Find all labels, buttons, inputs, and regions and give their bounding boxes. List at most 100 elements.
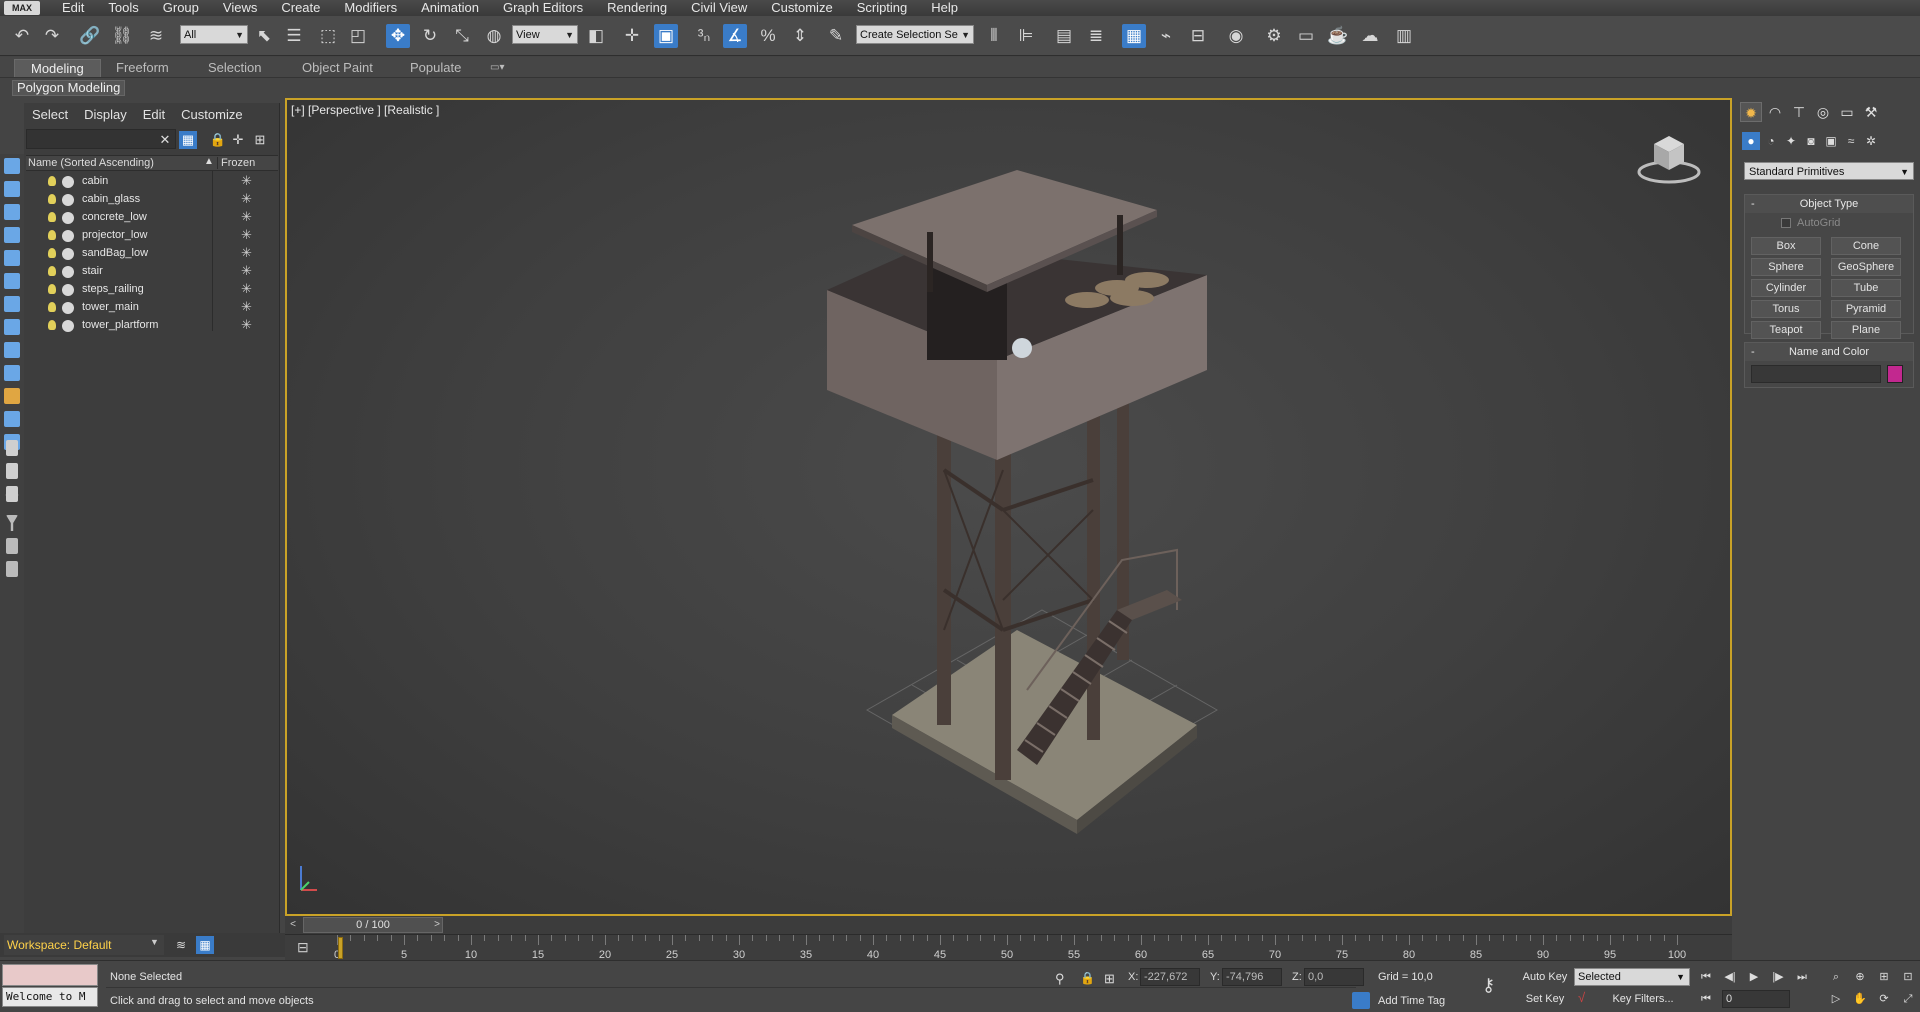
list-item[interactable]: concrete_low ✳ [26, 209, 278, 227]
absolute-mode-icon[interactable]: ⊞ [1104, 971, 1115, 987]
time-slider-thumb[interactable]: 0 / 100 [303, 917, 443, 933]
light-bulb-icon[interactable] [48, 266, 56, 276]
display-cameras-icon[interactable] [4, 227, 20, 243]
create-tab-icon[interactable]: ✹ [1740, 102, 1762, 122]
select-and-place-icon[interactable]: ◍ [482, 24, 506, 48]
set-key-button[interactable]: Set Key [1520, 990, 1570, 1008]
add-time-tag-button[interactable]: Add Time Tag [1378, 995, 1445, 1007]
filter-icon[interactable] [6, 515, 18, 531]
display-lights-icon[interactable] [4, 204, 20, 220]
systems-category-icon[interactable]: ✲ [1862, 132, 1880, 150]
hierarchy-icon[interactable]: ⊞ [251, 131, 269, 149]
hierarchy-tab-icon[interactable]: ⊤ [1788, 102, 1810, 122]
box-button[interactable]: Box [1751, 237, 1821, 255]
light-bulb-icon[interactable] [48, 212, 56, 222]
time-tag-icon[interactable] [1352, 992, 1370, 1009]
render-visibility-icon[interactable] [62, 212, 74, 224]
go-to-start-icon[interactable]: ⏮ [1696, 968, 1716, 986]
select-and-rotate-icon[interactable]: ↻ [418, 24, 442, 48]
zoom-icon[interactable]: ⌕ [1826, 968, 1846, 986]
scene-explorer-toggle-icon[interactable]: ▦ [1122, 24, 1146, 48]
a360-gallery-icon[interactable]: ▥ [1392, 24, 1416, 48]
bind-space-warp-icon[interactable]: ≋ [144, 24, 168, 48]
display-none-icon[interactable] [6, 440, 18, 456]
light-bulb-icon[interactable] [48, 230, 56, 240]
render-visibility-icon[interactable] [62, 176, 74, 188]
object-type-header[interactable]: - Object Type [1745, 195, 1913, 213]
undo-icon[interactable]: ↶ [10, 24, 34, 48]
redo-icon[interactable]: ↷ [40, 24, 64, 48]
motion-tab-icon[interactable]: ◎ [1812, 102, 1834, 122]
cone-button[interactable]: Cone [1831, 237, 1901, 255]
teapot-button[interactable]: Teapot [1751, 321, 1821, 339]
zoom-extents-all-icon[interactable]: ⊡ [1898, 968, 1918, 986]
play-icon[interactable]: ▶ [1744, 968, 1764, 986]
menu-edit[interactable]: Edit [50, 0, 96, 16]
frozen-toggle-icon[interactable]: ✳ [241, 191, 252, 207]
display-xrefs-icon[interactable] [4, 319, 20, 335]
space-warps-category-icon[interactable]: ≈ [1842, 132, 1860, 150]
light-bulb-icon[interactable] [48, 302, 56, 312]
select-object-icon[interactable]: ⬉ [252, 24, 276, 48]
menu-graph-editors[interactable]: Graph Editors [491, 0, 595, 16]
sphere-button[interactable]: Sphere [1751, 258, 1821, 276]
display-space-warps-icon[interactable] [4, 273, 20, 289]
helpers-category-icon[interactable]: ▣ [1822, 132, 1840, 150]
angle-snap-icon[interactable]: ∡ [723, 24, 747, 48]
spinner-snap-icon[interactable]: ⇕ [788, 24, 812, 48]
list-item[interactable]: steps_railing ✳ [26, 281, 278, 299]
next-key-icon[interactable]: |▶ [1768, 968, 1788, 986]
mini-curve-editor-icon[interactable]: ⊟ [297, 939, 309, 956]
watchtower-model[interactable] [787, 170, 1347, 890]
render-visibility-icon[interactable] [62, 266, 74, 278]
modify-tab-icon[interactable]: ◠ [1764, 102, 1786, 122]
render-setup-icon[interactable]: ⚙ [1262, 24, 1286, 48]
go-to-end-icon[interactable]: ⏭ [1792, 968, 1812, 986]
schematic-view-icon[interactable]: ⊟ [1186, 24, 1210, 48]
select-and-move-icon[interactable]: ✥ [386, 24, 410, 48]
tab-freeform[interactable]: Freeform [100, 59, 185, 77]
render-visibility-icon[interactable] [62, 194, 74, 206]
display-helpers-icon[interactable] [4, 250, 20, 266]
render-visibility-icon[interactable] [62, 230, 74, 242]
time-slider[interactable]: < 0 / 100 > [285, 916, 1732, 934]
find-icon[interactable] [6, 538, 18, 554]
layer-explorer-icon[interactable]: ▤ [1052, 24, 1076, 48]
list-item[interactable]: sandBag_low ✳ [26, 245, 278, 263]
cameras-category-icon[interactable]: ◙ [1802, 132, 1820, 150]
field-of-view-icon[interactable]: ▷ [1826, 990, 1846, 1008]
render-visibility-icon[interactable] [62, 284, 74, 296]
app-menu-button[interactable]: MAX [4, 1, 40, 15]
frozen-toggle-icon[interactable]: ✳ [241, 173, 252, 189]
light-bulb-icon[interactable] [48, 320, 56, 330]
frozen-toggle-icon[interactable]: ✳ [241, 209, 252, 225]
tab-modeling[interactable]: Modeling [14, 59, 101, 77]
explorer-menu-customize[interactable]: Customize [173, 107, 250, 122]
menu-animation[interactable]: Animation [409, 0, 491, 16]
invert-display-icon[interactable] [6, 463, 18, 479]
viewport-label[interactable]: [+] [Perspective ] [Realistic ] [291, 103, 439, 117]
object-color-swatch[interactable] [1887, 365, 1903, 383]
menu-scripting[interactable]: Scripting [845, 0, 920, 16]
curve-editor-icon[interactable]: ⌁ [1154, 24, 1178, 48]
select-by-name-icon[interactable]: ☰ [282, 24, 306, 48]
maxscript-mini-listener[interactable]: Welcome to M [2, 987, 98, 1007]
percent-snap-icon[interactable]: % [756, 24, 780, 48]
list-item[interactable]: tower_plartform ✳ [26, 317, 278, 335]
render-production-icon[interactable]: ☕ [1326, 24, 1350, 48]
z-coord-field[interactable]: 0,0 [1304, 968, 1364, 986]
light-bulb-icon[interactable] [48, 284, 56, 294]
object-name-field[interactable] [1751, 365, 1881, 383]
frozen-toggle-icon[interactable]: ✳ [241, 299, 252, 315]
key-mode-dropdown[interactable]: Selected ▼ [1574, 968, 1690, 986]
list-item[interactable]: projector_low ✳ [26, 227, 278, 245]
orbit-icon[interactable]: ⟳ [1874, 990, 1894, 1008]
menu-tools[interactable]: Tools [96, 0, 150, 16]
render-visibility-icon[interactable] [62, 248, 74, 260]
reference-coordinate-dropdown[interactable]: View ▼ [512, 25, 578, 44]
tab-populate[interactable]: Populate [394, 59, 477, 77]
menu-modifiers[interactable]: Modifiers [332, 0, 409, 16]
light-bulb-icon[interactable] [48, 248, 56, 258]
plane-button[interactable]: Plane [1831, 321, 1901, 339]
tab-object-paint[interactable]: Object Paint [286, 59, 389, 77]
